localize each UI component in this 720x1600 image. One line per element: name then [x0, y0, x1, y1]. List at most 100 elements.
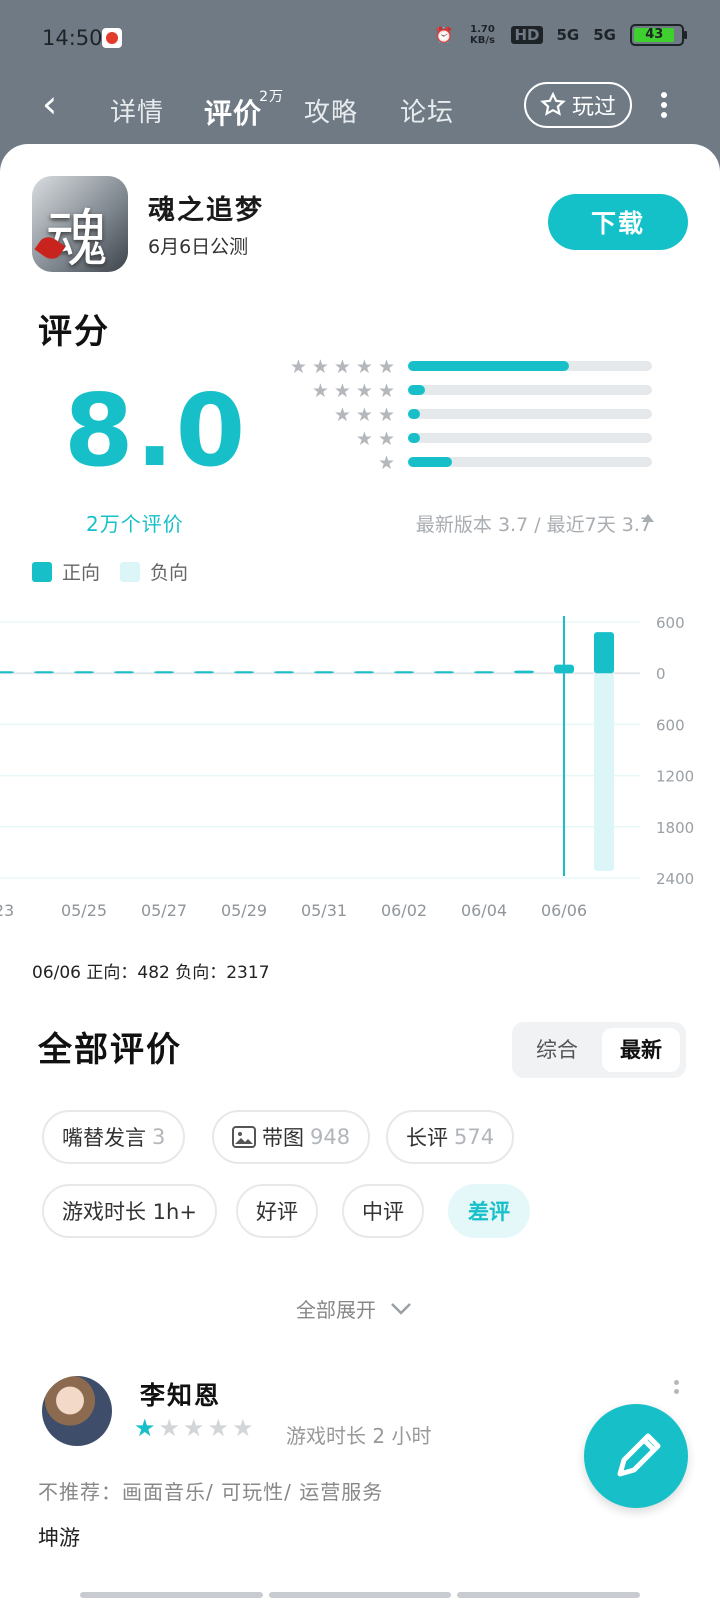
distribution-track: [408, 385, 652, 395]
bar-negative[interactable]: [594, 673, 614, 871]
y-tick-label: 1200: [656, 768, 694, 786]
bar-positive[interactable]: [514, 670, 534, 674]
distribution-track: [408, 409, 652, 419]
bar-positive[interactable]: [594, 632, 614, 674]
chart-legend: 正向 负向: [32, 558, 188, 585]
distribution-row-3-star: ★★★: [260, 404, 660, 426]
star-icon: ★★★: [333, 404, 400, 426]
star-icon: ★★: [355, 428, 400, 450]
review-playtime: 游戏时长 2 小时: [286, 1424, 432, 1448]
chip-count: 3: [152, 1125, 166, 1149]
distribution-row-4-star: ★★★★: [260, 380, 660, 402]
expand-all-button[interactable]: 全部展开: [296, 1294, 412, 1323]
hd-icon: HD: [511, 26, 543, 44]
bar-positive[interactable]: [34, 671, 54, 674]
review-body[interactable]: 坤游: [38, 1522, 80, 1552]
played-label: 玩过: [571, 95, 616, 120]
tab-details[interactable]: 详情: [110, 92, 164, 129]
chart-selected-caption: 06/06 正向：482 负向：2317: [32, 963, 270, 983]
chevron-down-icon: [391, 1302, 411, 1315]
caret-up-icon[interactable]: [642, 514, 654, 522]
bar-positive[interactable]: [194, 671, 214, 674]
filter-chip-playtime[interactable]: 游戏时长 1h+: [42, 1184, 217, 1238]
tab-forum[interactable]: 论坛: [400, 92, 454, 129]
y-tick-label: 0: [656, 665, 666, 683]
played-button[interactable]: 玩过: [524, 82, 632, 128]
y-tick-label: 2400: [656, 870, 694, 888]
x-tick-label: 06/02: [381, 901, 427, 920]
legend-negative-swatch: [120, 561, 141, 582]
star-icon: ★: [377, 452, 400, 474]
bar-positive[interactable]: [314, 671, 334, 674]
distribution-bar: [408, 409, 421, 419]
star-add-icon: [540, 92, 566, 116]
review-user-name[interactable]: 李知恩: [140, 1376, 221, 1412]
star-icon: ★★★★★: [289, 356, 400, 378]
game-name: 魂之追梦: [148, 195, 264, 226]
sort-option-comprehensive[interactable]: 综合: [518, 1028, 596, 1072]
image-icon: [232, 1126, 256, 1148]
distribution-track: [408, 361, 652, 371]
status-time: 14:50: [42, 26, 103, 50]
distribution-bar: [408, 385, 426, 395]
tab-reviews-label: 评价: [204, 97, 263, 130]
bar-positive[interactable]: [274, 671, 294, 674]
bar-positive[interactable]: [0, 671, 14, 674]
x-tick-label: 23: [0, 901, 14, 920]
filter-chip-positive[interactable]: 好评: [236, 1184, 318, 1238]
tab-guides[interactable]: 攻略: [304, 92, 358, 129]
content-sheet: 魂 魂之追梦 6月6日公测 下载 评分 8.0 2万个评价 ★★★★★ ★★★★ ★…: [0, 144, 720, 1600]
back-arrow-icon[interactable]: ‹: [42, 84, 57, 124]
star-icon: ★: [232, 1414, 257, 1442]
bar-positive[interactable]: [154, 671, 174, 674]
more-options-icon[interactable]: [654, 88, 674, 122]
distribution-bar: [408, 361, 570, 371]
signal-icon: 5G: [593, 26, 616, 44]
y-tick-label: 600: [656, 614, 685, 632]
chip-label: 中评: [362, 1200, 404, 1224]
filter-chip-long-reviews[interactable]: 长评 574: [386, 1110, 515, 1164]
star-icon: ★: [158, 1414, 184, 1442]
sort-option-latest[interactable]: 最新: [602, 1028, 680, 1072]
distribution-row-2-star: ★★: [260, 428, 660, 450]
alarm-icon: ⏰: [434, 26, 454, 44]
legend-positive-label: 正向: [62, 562, 101, 584]
star-icon: ★: [207, 1414, 233, 1442]
filter-chip-negative[interactable]: 差评: [448, 1184, 530, 1238]
bar-positive[interactable]: [474, 671, 494, 674]
download-button[interactable]: 下载: [548, 194, 688, 250]
net-speed: 1.70 KB/s: [469, 24, 495, 46]
star-icon: ★★★★: [311, 380, 400, 402]
filter-chip-with-images[interactable]: 带图 948: [212, 1110, 371, 1164]
star-icon: ★: [134, 1414, 159, 1442]
bar-positive[interactable]: [434, 671, 454, 674]
tab-reviews[interactable]: 评价 2万: [204, 89, 283, 132]
version-rating: 最新版本 3.7 / 最近7天 3.7: [415, 514, 652, 536]
review-more-icon[interactable]: [674, 1380, 682, 1402]
chip-label: 好评: [256, 1200, 298, 1224]
legend-positive-swatch: [32, 561, 52, 582]
bar-positive[interactable]: [394, 671, 414, 674]
chip-label: 长评: [406, 1126, 448, 1150]
distribution-bar: [408, 457, 452, 467]
status-bar: 14:50 ⏰ 1.70 KB/s HD 5G 5G 43: [0, 0, 720, 76]
y-tick-label: 600: [656, 716, 685, 734]
battery-level: 43: [634, 28, 675, 42]
game-release-date: 6月6日公测: [148, 236, 249, 258]
write-review-button[interactable]: [584, 1404, 688, 1508]
chip-label: 嘴替发言: [62, 1126, 146, 1150]
bar-positive[interactable]: [354, 671, 374, 674]
chip-label: 差评: [468, 1200, 510, 1224]
y-tick-label: 1800: [656, 819, 694, 837]
distribution-bar: [408, 433, 421, 443]
daily-review-chart[interactable]: 600 0 600 1200 1800 2400 23 05/25 05/27 05/29 05/3…: [0, 600, 720, 980]
bar-positive[interactable]: [114, 671, 134, 674]
bar-positive[interactable]: [74, 671, 94, 674]
x-tick-label: 06/04: [461, 901, 507, 920]
review-count[interactable]: 2万个评价: [86, 508, 184, 537]
avatar[interactable]: [42, 1376, 112, 1446]
bar-positive[interactable]: [234, 671, 254, 674]
filter-chip-quotes[interactable]: 嘴替发言 3: [42, 1110, 186, 1164]
battery-icon: 43: [630, 24, 687, 46]
filter-chip-neutral[interactable]: 中评: [342, 1184, 424, 1238]
